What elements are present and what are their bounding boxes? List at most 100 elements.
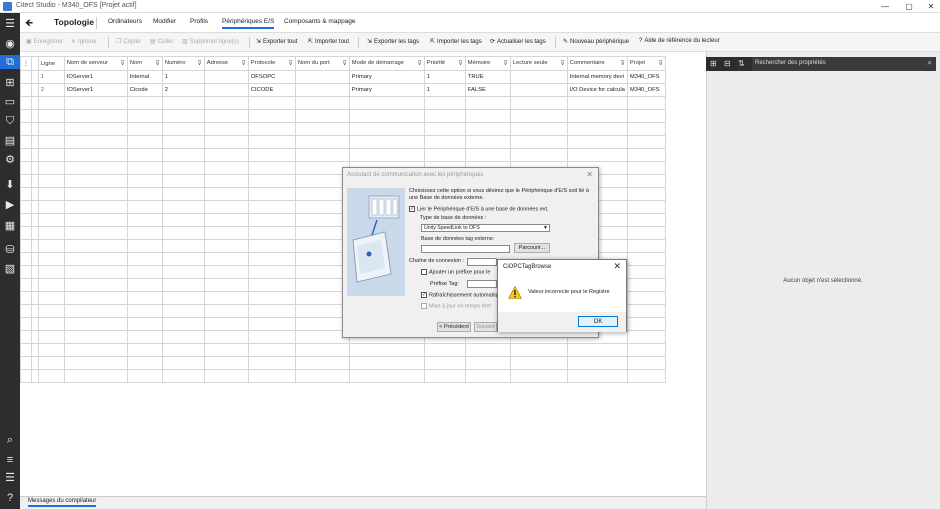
search-icon[interactable]: ⌕ bbox=[928, 58, 932, 68]
empty-cell[interactable] bbox=[464, 135, 511, 149]
empty-cell[interactable] bbox=[626, 109, 666, 123]
column-header[interactable]: Ligne bbox=[37, 56, 65, 71]
empty-cell[interactable] bbox=[37, 213, 65, 227]
empty-cell[interactable] bbox=[37, 96, 65, 110]
empty-cell[interactable] bbox=[626, 330, 666, 344]
empty-cell[interactable] bbox=[161, 356, 205, 370]
empty-cell[interactable] bbox=[20, 252, 32, 266]
empty-cell[interactable] bbox=[294, 343, 350, 357]
empty-cell[interactable] bbox=[126, 265, 163, 279]
table-cell[interactable] bbox=[294, 70, 350, 84]
filter-icon[interactable]: ⊽ bbox=[503, 60, 507, 67]
import-tags-button[interactable]: ⇱ Importer les tags bbox=[430, 38, 482, 45]
empty-cell[interactable] bbox=[37, 187, 65, 201]
empty-cell[interactable] bbox=[63, 148, 128, 162]
empty-cell[interactable] bbox=[20, 330, 32, 344]
empty-cell[interactable] bbox=[20, 96, 32, 110]
empty-cell[interactable] bbox=[161, 317, 205, 331]
empty-cell[interactable] bbox=[37, 161, 65, 175]
empty-cell[interactable] bbox=[247, 122, 296, 136]
empty-cell[interactable] bbox=[30, 304, 39, 318]
empty-cell[interactable] bbox=[509, 122, 568, 136]
empty-cell[interactable] bbox=[126, 369, 163, 383]
empty-cell[interactable] bbox=[247, 252, 296, 266]
empty-cell[interactable] bbox=[294, 148, 350, 162]
ignore-button[interactable]: ✕ Ignorer bbox=[71, 38, 97, 45]
filter-icon[interactable]: ⊽ bbox=[241, 60, 245, 67]
import-all-button[interactable]: ⇱ Importer tout bbox=[308, 38, 349, 45]
report-icon[interactable]: ▧ bbox=[3, 262, 17, 276]
table-cell[interactable]: TRUE bbox=[464, 70, 511, 84]
empty-cell[interactable] bbox=[566, 356, 628, 370]
empty-cell[interactable] bbox=[161, 148, 205, 162]
empty-cell[interactable] bbox=[126, 187, 163, 201]
empty-cell[interactable] bbox=[126, 135, 163, 149]
empty-row[interactable] bbox=[20, 369, 666, 383]
column-header[interactable]: Nom ⊽ bbox=[126, 56, 163, 71]
empty-cell[interactable] bbox=[203, 200, 249, 214]
empty-cell[interactable] bbox=[161, 109, 205, 123]
tab-compiler-messages[interactable]: Messages du compilateur bbox=[28, 498, 97, 507]
empty-cell[interactable] bbox=[626, 356, 666, 370]
empty-cell[interactable] bbox=[30, 291, 39, 305]
empty-cell[interactable] bbox=[30, 252, 39, 266]
empty-cell[interactable] bbox=[247, 356, 296, 370]
empty-cell[interactable] bbox=[203, 330, 249, 344]
table-cell[interactable] bbox=[203, 83, 249, 97]
empty-cell[interactable] bbox=[37, 330, 65, 344]
empty-cell[interactable] bbox=[626, 174, 666, 188]
empty-cell[interactable] bbox=[161, 239, 205, 253]
empty-cell[interactable] bbox=[63, 239, 128, 253]
table-cell[interactable] bbox=[509, 70, 568, 84]
empty-cell[interactable] bbox=[161, 278, 205, 292]
paint-icon[interactable]: ⛁ bbox=[3, 243, 17, 257]
download-icon[interactable]: ⬇ bbox=[3, 178, 17, 192]
empty-cell[interactable] bbox=[20, 187, 32, 201]
empty-cell[interactable] bbox=[20, 213, 32, 227]
empty-cell[interactable] bbox=[37, 356, 65, 370]
empty-cell[interactable] bbox=[161, 343, 205, 357]
empty-cell[interactable] bbox=[626, 148, 666, 162]
empty-cell[interactable] bbox=[203, 161, 249, 175]
empty-cell[interactable] bbox=[626, 239, 666, 253]
empty-cell[interactable] bbox=[126, 291, 163, 305]
empty-cell[interactable] bbox=[63, 252, 128, 266]
empty-cell[interactable] bbox=[30, 343, 39, 357]
empty-cell[interactable] bbox=[161, 200, 205, 214]
empty-cell[interactable] bbox=[37, 122, 65, 136]
export-tags-button[interactable]: ⇲ Exporter les tags bbox=[367, 38, 419, 45]
empty-cell[interactable] bbox=[63, 369, 128, 383]
empty-cell[interactable] bbox=[247, 148, 296, 162]
empty-cell[interactable] bbox=[247, 304, 296, 318]
table-cell[interactable]: M340_OFS bbox=[626, 70, 666, 84]
empty-cell[interactable] bbox=[203, 226, 249, 240]
empty-cell[interactable] bbox=[30, 213, 39, 227]
empty-cell[interactable] bbox=[626, 265, 666, 279]
empty-cell[interactable] bbox=[464, 148, 511, 162]
db-type-select[interactable]: Unity SpeedLink to OFS ▼ bbox=[421, 224, 550, 232]
empty-cell[interactable] bbox=[37, 304, 65, 318]
empty-cell[interactable] bbox=[626, 278, 666, 292]
empty-cell[interactable] bbox=[423, 109, 466, 123]
table-cell[interactable]: M340_OFS bbox=[626, 83, 666, 97]
empty-cell[interactable] bbox=[626, 317, 666, 331]
empty-cell[interactable] bbox=[464, 343, 511, 357]
empty-cell[interactable] bbox=[63, 226, 128, 240]
tab-composants-mappage[interactable]: Composants & mappage bbox=[284, 18, 356, 25]
empty-cell[interactable] bbox=[63, 278, 128, 292]
empty-cell[interactable] bbox=[161, 252, 205, 266]
empty-row[interactable] bbox=[20, 135, 666, 149]
empty-cell[interactable] bbox=[203, 174, 249, 188]
empty-cell[interactable] bbox=[203, 187, 249, 201]
empty-cell[interactable] bbox=[126, 200, 163, 214]
tab-peripheriques-es[interactable]: Périphériques E/S bbox=[222, 18, 275, 29]
filter-icon[interactable]: ⊽ bbox=[197, 60, 201, 67]
empty-cell[interactable] bbox=[247, 174, 296, 188]
alert-close-button[interactable]: ✕ bbox=[613, 261, 621, 272]
empty-cell[interactable] bbox=[20, 265, 32, 279]
empty-cell[interactable] bbox=[161, 213, 205, 227]
empty-cell[interactable] bbox=[294, 109, 350, 123]
empty-cell[interactable] bbox=[20, 317, 32, 331]
empty-cell[interactable] bbox=[464, 369, 511, 383]
empty-cell[interactable] bbox=[626, 304, 666, 318]
